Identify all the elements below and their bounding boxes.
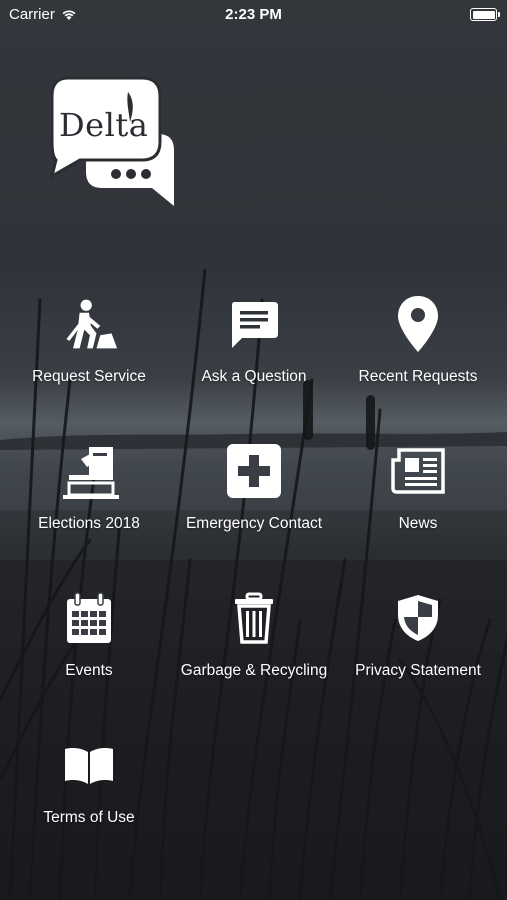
ask-a-question-label: Ask a Question	[201, 368, 307, 385]
terms-of-use-label: Terms of Use	[43, 809, 135, 826]
ask-a-question-button[interactable]: Ask a Question	[169, 294, 339, 424]
events-button[interactable]: Events	[4, 588, 174, 718]
calendar-icon	[59, 588, 119, 648]
open-book-icon	[59, 735, 119, 795]
request-service-button[interactable]: Request Service	[4, 294, 174, 424]
first-aid-icon	[224, 441, 284, 501]
status-time: 2:23 PM	[225, 6, 282, 23]
trash-can-icon	[224, 588, 284, 648]
digging-worker-icon	[59, 294, 119, 354]
privacy-statement-button[interactable]: Privacy Statement	[333, 588, 503, 718]
privacy-statement-label: Privacy Statement	[355, 662, 481, 679]
shield-icon	[388, 588, 448, 648]
elections-2018-label: Elections 2018	[38, 515, 140, 532]
garbage-recycling-label: Garbage & Recycling	[180, 662, 328, 679]
request-service-label: Request Service	[32, 368, 146, 385]
recent-requests-label: Recent Requests	[358, 368, 478, 385]
chat-bubble-icon	[224, 294, 284, 354]
ballot-box-icon	[59, 441, 119, 501]
emergency-contact-label: Emergency Contact	[185, 515, 323, 532]
news-button[interactable]: News	[333, 441, 503, 571]
recent-requests-button[interactable]: Recent Requests	[333, 294, 503, 424]
emergency-contact-button[interactable]: Emergency Contact	[169, 441, 339, 571]
terms-of-use-button[interactable]: Terms of Use	[4, 735, 174, 865]
status-bar: Carrier 2:23 PM	[0, 0, 507, 28]
delta-logo: Delta	[49, 76, 178, 210]
newspaper-icon	[388, 441, 448, 501]
map-pin-icon	[388, 294, 448, 354]
battery-icon	[470, 8, 500, 21]
news-label: News	[398, 515, 438, 532]
elections-2018-button[interactable]: Elections 2018	[4, 441, 174, 571]
garbage-recycling-button[interactable]: Garbage & Recycling	[169, 588, 339, 718]
logo-text: Delta	[59, 106, 149, 144]
events-label: Events	[65, 662, 113, 679]
